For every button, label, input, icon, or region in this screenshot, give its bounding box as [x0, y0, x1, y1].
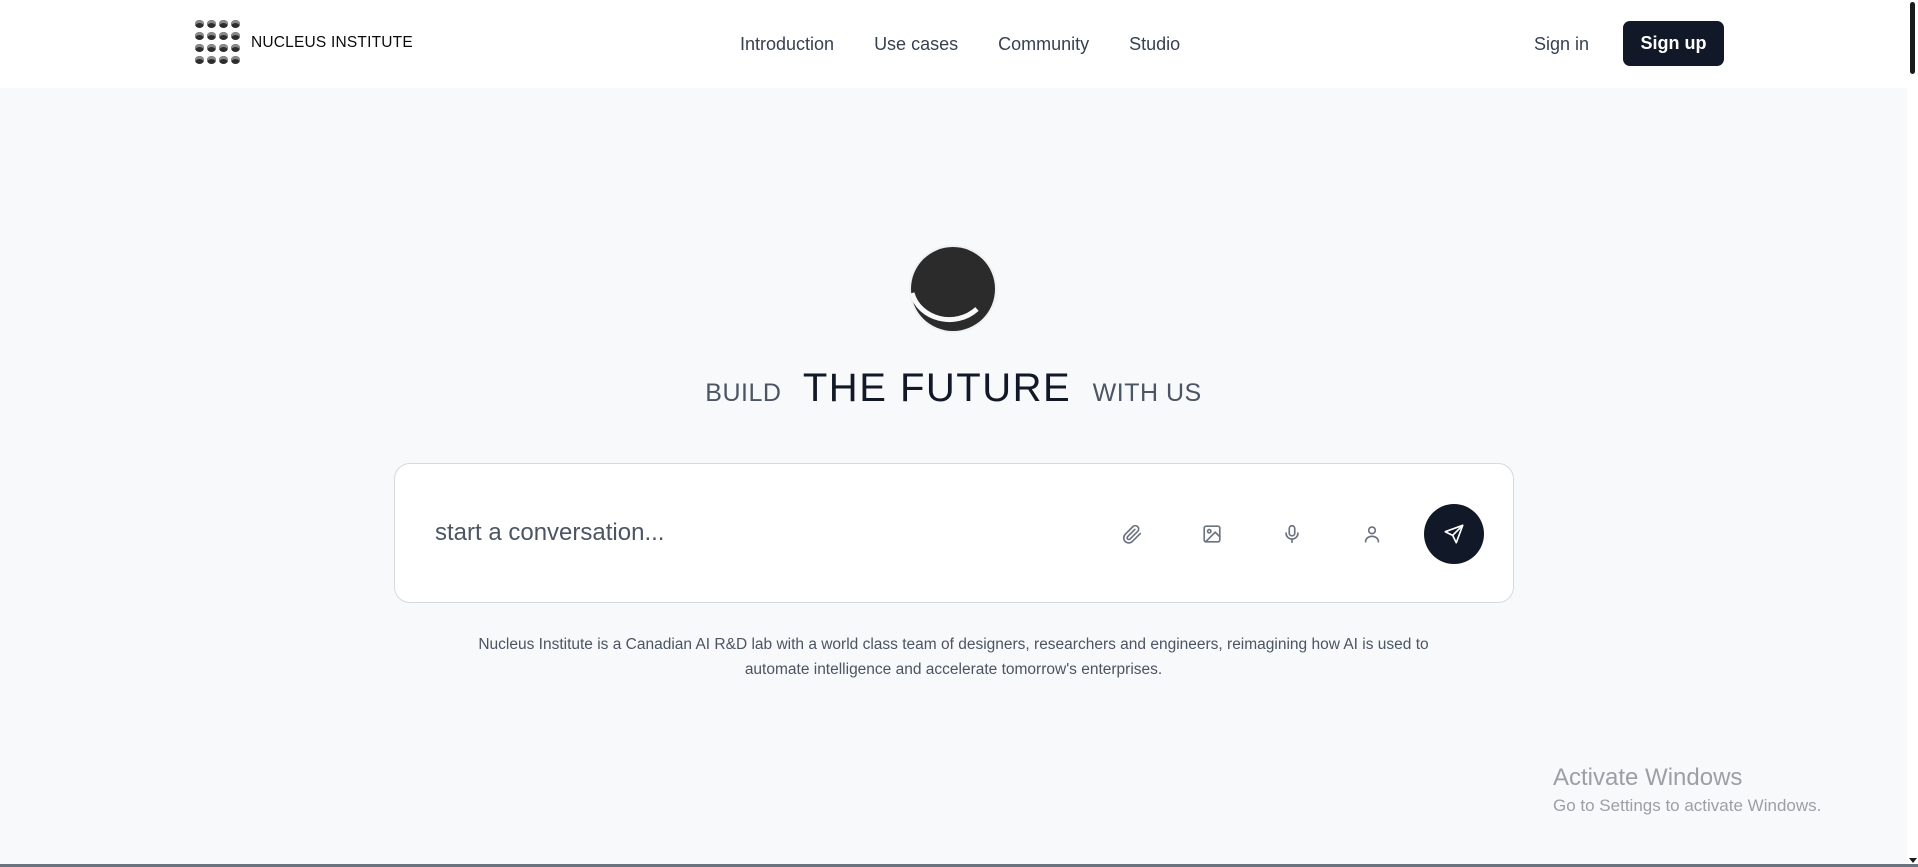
nav-community[interactable]: Community	[998, 30, 1089, 58]
watermark-subtitle: Go to Settings to activate Windows.	[1553, 796, 1822, 815]
scrollbar-thumb[interactable]	[1910, 2, 1915, 74]
attach-file-button[interactable]	[1114, 516, 1150, 552]
chat-composer	[394, 463, 1514, 603]
sign-in-button[interactable]: Sign in	[1534, 30, 1589, 58]
main-nav: Introduction Use cases Community Studio	[740, 30, 1180, 58]
send-button[interactable]	[1424, 504, 1484, 564]
about-description: Nucleus Institute is a Canadian AI R&D l…	[0, 632, 1907, 682]
description-line-1: Nucleus Institute is a Canadian AI R&D l…	[478, 636, 1429, 653]
brand-link[interactable]: NUCLEUS INSTITUTE	[193, 18, 413, 68]
voice-input-button[interactable]	[1274, 516, 1310, 552]
activate-windows-watermark: Activate Windows Go to Settings to activ…	[1553, 762, 1821, 818]
sign-up-button[interactable]: Sign up	[1623, 21, 1724, 66]
paperclip-icon	[1122, 524, 1142, 544]
send-icon	[1444, 524, 1464, 544]
site-header: NUCLEUS INSTITUTE Introduction Use cases…	[0, 0, 1907, 88]
crescent-moon-icon	[907, 243, 999, 335]
headline-right: WITH US	[1092, 379, 1202, 407]
user-icon	[1364, 526, 1380, 543]
nav-use-cases[interactable]: Use cases	[874, 30, 958, 58]
headline-left: BUILD	[705, 379, 782, 407]
scroll-down-arrow-icon[interactable]	[1909, 858, 1917, 863]
watermark-title: Activate Windows	[1553, 764, 1743, 791]
headline-main: THE FUTURE	[802, 366, 1072, 410]
chat-input[interactable]	[433, 514, 1073, 552]
persona-button[interactable]	[1354, 516, 1390, 552]
page-scrollbar[interactable]	[1907, 0, 1918, 867]
description-line-2: automate intelligence and accelerate tom…	[744, 661, 1163, 678]
image-icon	[1203, 525, 1221, 543]
dotted-grid-logo-icon	[193, 18, 243, 68]
attach-image-button[interactable]	[1194, 516, 1230, 552]
nav-introduction[interactable]: Introduction	[740, 30, 834, 58]
hero-headline: BUILD THE FUTURE WITH US	[0, 366, 1907, 411]
brand-name: NUCLEUS INSTITUTE	[251, 34, 413, 51]
microphone-icon	[1285, 524, 1299, 544]
nav-studio[interactable]: Studio	[1129, 30, 1180, 58]
